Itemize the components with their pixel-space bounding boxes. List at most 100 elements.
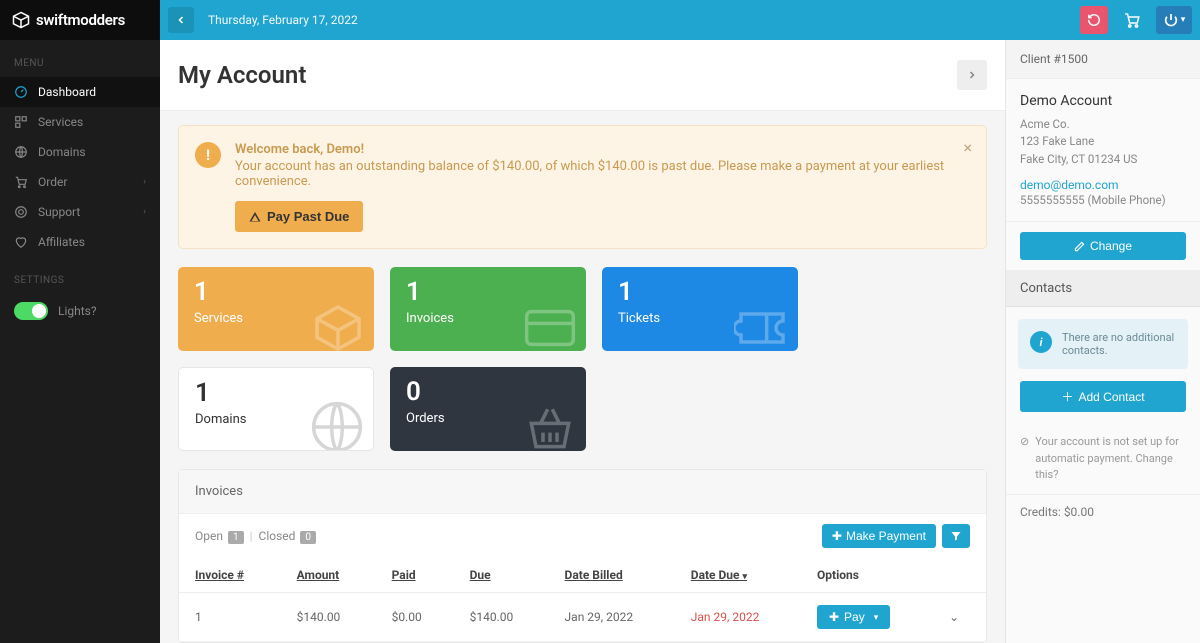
cart-button[interactable] — [1118, 6, 1146, 34]
heart-icon — [14, 235, 28, 249]
tile-invoices[interactable]: 1 Invoices — [390, 267, 586, 351]
cart-icon — [1123, 11, 1141, 29]
brand-logo[interactable]: swiftmodders — [0, 0, 160, 40]
cart-icon — [14, 175, 28, 189]
globe-icon — [14, 145, 28, 159]
brand-text: swiftmodders — [36, 11, 125, 29]
info-icon: i — [1030, 331, 1052, 353]
past-due-alert: ! × Welcome back, Demo! Your account has… — [178, 125, 987, 249]
cell-billed: Jan 29, 2022 — [549, 593, 675, 642]
col-due[interactable]: Due — [454, 558, 549, 593]
closed-filter[interactable]: Closed 0 — [259, 529, 317, 544]
tile-domains[interactable]: 1 Domains — [178, 367, 374, 451]
sidebar-item-support[interactable]: Support › — [0, 197, 160, 227]
page-header: My Account — [160, 40, 1005, 111]
chevron-down-icon: ▾ — [874, 612, 879, 623]
account-name: Demo Account — [1020, 91, 1186, 112]
plus-icon: ＋ — [1061, 388, 1073, 405]
alert-body: Your account has an outstanding balance … — [235, 159, 946, 189]
services-icon — [14, 115, 28, 129]
col-date-due[interactable]: Date Due ▾ — [675, 558, 801, 593]
make-payment-button[interactable]: ✚Make Payment — [822, 524, 936, 548]
cell-amount: $140.00 — [281, 593, 376, 642]
pencil-icon — [1074, 241, 1085, 252]
col-options: Options — [801, 558, 933, 593]
power-menu-button[interactable]: ▾ — [1156, 6, 1192, 34]
tile-services[interactable]: 1 Services — [178, 267, 374, 351]
invoices-table: Invoice # Amount Paid Due Date Billed Da… — [179, 558, 986, 642]
refresh-icon — [1087, 13, 1101, 27]
col-amount[interactable]: Amount — [281, 558, 376, 593]
sidebar-item-affiliates[interactable]: Affiliates — [0, 227, 160, 257]
brand-icon — [12, 11, 30, 29]
account-email-link[interactable]: demo@demo.com — [1020, 178, 1186, 192]
account-company: Acme Co. — [1020, 116, 1186, 133]
sidebar: swiftmodders MENU Dashboard Services Dom… — [0, 0, 160, 643]
account-info: Demo Account Acme Co. 123 Fake Lane Fake… — [1006, 79, 1200, 222]
sidebar-item-label: Domains — [38, 145, 86, 159]
sidebar-item-label: Affiliates — [38, 235, 85, 249]
col-invoice-num[interactable]: Invoice # — [179, 558, 281, 593]
chevron-right-icon: › — [143, 177, 146, 187]
header-date: Thursday, February 17, 2022 — [208, 13, 358, 27]
sidebar-item-label: Support — [38, 205, 80, 219]
account-addr2: Fake City, CT 01234 US — [1020, 151, 1186, 168]
open-filter[interactable]: Open 1 — [195, 529, 244, 544]
warning-triangle-icon — [249, 211, 261, 223]
row-pay-button[interactable]: ✚Pay▾ — [817, 605, 890, 629]
stat-tiles: 1 Services 1 Invoices 1 Tickets 1 Domain… — [178, 267, 987, 451]
chevron-down-icon: ▾ — [1181, 15, 1186, 25]
alert-heading: Welcome back, Demo! — [235, 142, 946, 157]
table-row: 1 $140.00 $0.00 $140.00 Jan 29, 2022 Jan… — [179, 593, 986, 642]
tile-tickets[interactable]: 1 Tickets — [602, 267, 798, 351]
change-account-button[interactable]: Change — [1020, 232, 1186, 260]
col-paid[interactable]: Paid — [376, 558, 454, 593]
sidebar-item-services[interactable]: Services — [0, 107, 160, 137]
dashboard-icon — [14, 85, 28, 99]
cell-date-due: Jan 29, 2022 — [675, 593, 801, 642]
page-forward-button[interactable] — [957, 60, 987, 90]
sidebar-item-label: Dashboard — [38, 85, 96, 99]
col-date-billed[interactable]: Date Billed — [549, 558, 675, 593]
sidebar-item-order[interactable]: Order › — [0, 167, 160, 197]
sidebar-item-label: Services — [38, 115, 83, 129]
globe-icon — [309, 399, 365, 451]
alert-close-button[interactable]: × — [963, 138, 972, 157]
warning-icon: ! — [195, 142, 221, 168]
lights-toggle-row: Lights? — [0, 294, 160, 328]
sidebar-item-label: Order — [38, 175, 67, 189]
filter-icon — [950, 530, 962, 542]
refresh-button[interactable] — [1080, 6, 1108, 34]
client-id: Client #1500 — [1006, 40, 1200, 79]
settings-section-label: SETTINGS — [0, 257, 160, 294]
account-addr1: 123 Fake Lane — [1020, 133, 1186, 150]
no-contacts-info: i There are no additional contacts. — [1018, 319, 1188, 369]
credit-card-icon — [522, 300, 578, 351]
lights-label: Lights? — [58, 304, 97, 318]
invoices-toolbar: Open 1 | Closed 0 ✚Make Payment — [179, 514, 986, 558]
row-expand-button[interactable]: ⌄ — [933, 593, 986, 642]
top-bar: Thursday, February 17, 2022 ▾ — [160, 0, 1200, 40]
contacts-heading: Contacts — [1006, 271, 1200, 307]
lights-toggle[interactable] — [14, 302, 48, 320]
pay-past-due-button[interactable]: Pay Past Due — [235, 201, 363, 232]
package-icon — [310, 300, 366, 351]
add-contact-button[interactable]: ＋ Add Contact — [1020, 381, 1186, 412]
account-phone: 5555555555 (Mobile Phone) — [1020, 192, 1186, 209]
filter-button[interactable] — [942, 524, 970, 548]
menu-section-label: MENU — [0, 40, 160, 77]
support-icon — [14, 205, 28, 219]
back-button[interactable] — [168, 7, 194, 33]
stop-icon: ⊘ — [1020, 434, 1029, 484]
arrow-left-icon — [175, 14, 187, 26]
cell-paid: $0.00 — [376, 593, 454, 642]
right-sidebar: Client #1500 Demo Account Acme Co. 123 F… — [1005, 40, 1200, 643]
cell-due: $140.00 — [454, 593, 549, 642]
tile-orders[interactable]: 0 Orders — [390, 367, 586, 451]
ticket-icon — [734, 300, 790, 351]
panel-title: Invoices — [179, 470, 986, 514]
credits-line: Credits: $0.00 — [1006, 494, 1200, 529]
sidebar-item-domains[interactable]: Domains — [0, 137, 160, 167]
sidebar-item-dashboard[interactable]: Dashboard — [0, 77, 160, 107]
autopay-note: ⊘ Your account is not set up for automat… — [1006, 424, 1200, 494]
